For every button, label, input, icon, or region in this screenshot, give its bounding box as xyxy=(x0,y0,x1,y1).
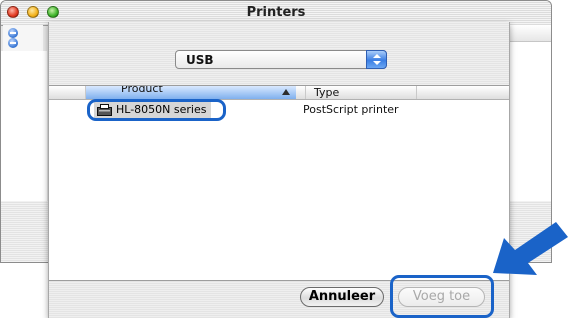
right-column xyxy=(509,25,551,201)
add-button-highlight xyxy=(390,275,494,318)
printer-list-pane xyxy=(1,51,47,201)
connection-type-value: USB xyxy=(186,53,214,67)
type-cell: PostScript printer xyxy=(303,103,399,116)
window-title: Printers xyxy=(246,5,306,20)
product-highlight xyxy=(87,99,226,121)
table-row[interactable]: HL-8050N series PostScript printer xyxy=(49,99,509,121)
cancel-button[interactable]: Annuleer xyxy=(300,287,384,307)
remove-icon[interactable] xyxy=(8,38,18,48)
table-header: Product Type xyxy=(49,86,509,100)
pointer-arrow-icon xyxy=(493,222,568,275)
add-printer-sheet: USB Product Type HL-8050N series PostScr… xyxy=(48,22,510,318)
printer-table: Product Type HL-8050N series PostScript … xyxy=(49,85,509,281)
connection-type-popup[interactable]: USB xyxy=(175,50,387,69)
popup-arrows-icon[interactable] xyxy=(366,50,387,69)
remove-icon[interactable] xyxy=(8,28,18,38)
sort-ascending-icon xyxy=(282,89,290,95)
left-toolbar xyxy=(3,25,43,52)
column-header-type[interactable]: Type xyxy=(305,86,417,99)
column-header-product[interactable]: Product xyxy=(86,86,296,99)
